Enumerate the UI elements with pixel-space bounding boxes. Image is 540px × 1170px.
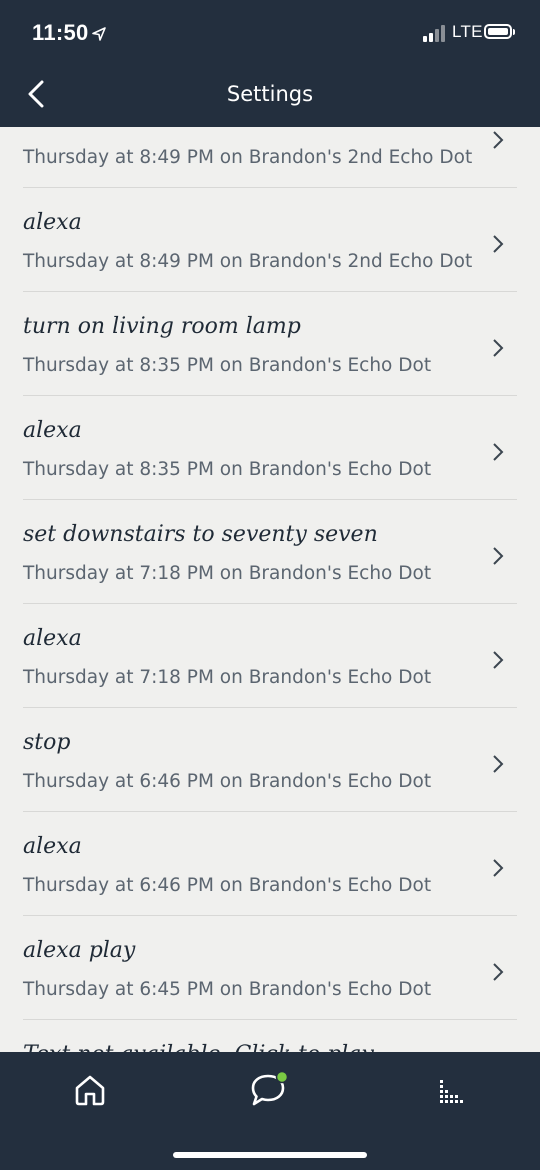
voice-history-list: Thursday at 8:49 PM on Brandon's 2nd Ech… — [0, 84, 540, 1124]
communicate-icon — [251, 1070, 289, 1106]
history-utterance: alexa — [23, 418, 82, 443]
chevron-right-icon — [493, 651, 504, 669]
history-meta: Thursday at 8:35 PM on Brandon's Echo Do… — [23, 355, 432, 376]
chevron-right-icon — [493, 339, 504, 357]
chevron-right-icon — [493, 235, 504, 253]
chevron-right-icon — [493, 443, 504, 461]
history-utterance: alexa play — [23, 938, 136, 963]
tab-activity[interactable] — [428, 1068, 472, 1112]
history-item[interactable]: alexa play Thursday at 6:45 PM on Brando… — [0, 916, 540, 1020]
page-title: Settings — [226, 82, 314, 106]
chevron-right-icon — [493, 755, 504, 773]
bottom-tab-bar — [0, 1052, 540, 1170]
history-meta: Thursday at 6:45 PM on Brandon's Echo Do… — [23, 979, 432, 1000]
history-meta: Thursday at 6:46 PM on Brandon's Echo Do… — [23, 875, 432, 896]
chevron-right-icon — [493, 547, 504, 565]
history-utterance: alexa — [23, 210, 82, 235]
history-utterance: turn on living room lamp — [23, 314, 301, 339]
chevron-right-icon — [493, 963, 504, 981]
history-utterance: alexa — [23, 834, 82, 859]
history-item[interactable]: alexa Thursday at 6:46 PM on Brandon's E… — [0, 812, 540, 916]
top-header: 11:50 LTE Settings — [0, 0, 540, 127]
history-meta: Thursday at 6:46 PM on Brandon's Echo Do… — [23, 771, 432, 792]
chevron-right-icon — [493, 859, 504, 877]
history-item[interactable]: alexa Thursday at 8:35 PM on Brandon's E… — [0, 396, 540, 500]
history-utterance: set downstairs to seventy seven — [23, 522, 378, 547]
history-item[interactable]: alexa Thursday at 8:49 PM on Brandon's 2… — [0, 188, 540, 292]
history-item[interactable]: alexa Thursday at 7:18 PM on Brandon's E… — [0, 604, 540, 708]
network-type: LTE — [452, 22, 483, 41]
history-meta: Thursday at 7:18 PM on Brandon's Echo Do… — [23, 563, 432, 584]
history-utterance: alexa — [23, 626, 82, 651]
history-utterance: stop — [23, 730, 71, 755]
status-time: 11:50 — [32, 20, 89, 45]
battery-icon — [484, 24, 515, 39]
history-item[interactable]: set downstairs to seventy seven Thursday… — [0, 500, 540, 604]
history-item[interactable]: stop Thursday at 6:46 PM on Brandon's Ec… — [0, 708, 540, 812]
cellular-signal-icon — [423, 24, 449, 42]
location-arrow-icon — [92, 27, 106, 41]
history-meta: Thursday at 7:18 PM on Brandon's Echo Do… — [23, 667, 432, 688]
history-meta: Thursday at 8:49 PM on Brandon's 2nd Ech… — [23, 147, 473, 168]
home-icon — [75, 1075, 105, 1106]
chevron-right-icon — [493, 131, 504, 149]
history-meta: Thursday at 8:49 PM on Brandon's 2nd Ech… — [23, 251, 473, 272]
activity-icon — [440, 1080, 463, 1103]
tab-communicate[interactable] — [247, 1068, 291, 1112]
history-item[interactable]: turn on living room lamp Thursday at 8:3… — [0, 292, 540, 396]
home-indicator[interactable] — [173, 1152, 367, 1158]
history-meta: Thursday at 8:35 PM on Brandon's Echo Do… — [23, 459, 432, 480]
tab-home[interactable] — [68, 1068, 112, 1112]
